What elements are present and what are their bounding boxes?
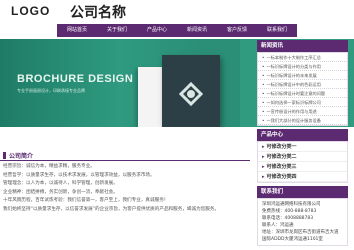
news-list: 一标本制作十大制作工序汇总 一标识标牌设计的分类与作用 一标识标牌设计的未来发展… bbox=[257, 52, 348, 126]
intro-paragraph: 我们始终坚持“以质量求生存，以信誉求发展”的企业宗旨，为客户提供优质的产品和服务… bbox=[3, 206, 220, 212]
intro-title: 公司简介 bbox=[9, 153, 34, 160]
section-marker-icon bbox=[3, 152, 6, 159]
contact-line: 深圳鸿运通网络科技有限公司 bbox=[262, 202, 321, 207]
category-label: 可修改分类二 bbox=[266, 154, 297, 160]
category-label: 可修改分类一 bbox=[266, 144, 297, 150]
contact-line: 联系电话：4008888783 bbox=[262, 216, 314, 221]
contact-info: 深圳鸿运通网络科技有限公司 免费热线：400-888-8783 联系电话：400… bbox=[257, 198, 348, 246]
main-nav: 网站首页 关于我们 产品中心 新闻资讯 客户反馈 联系我们 bbox=[57, 24, 297, 37]
category-label: 可修改分类三 bbox=[266, 164, 297, 170]
intro-text: 经营宗旨：诚信为本，精益求精，服务专业。 经营哲学：以质量求生存，以技术求发展，… bbox=[0, 161, 250, 217]
intro-paragraph: 企业精神：团结拼搏，务实创新，争创一流，奉献社会。 bbox=[3, 189, 118, 195]
news-item[interactable]: 一如何选择一家标识标牌公司 bbox=[258, 98, 347, 107]
sidebar: 新闻资讯 一标本制作十大制作工序汇总 一标识标牌设计的分类与作用 一标识标牌设计… bbox=[257, 40, 348, 246]
intro-paragraph: 十年风雨历程，百年试炼考验：我们信誉第一，客户至上，我们专业，真诚服务！ bbox=[3, 198, 169, 204]
news-item[interactable]: 一标识标牌设计时要注意的问题 bbox=[258, 89, 347, 98]
company-intro: 公司简介 经营宗旨：诚信为本，精益求精，服务专业。 经营哲学：以质量求生存，以技… bbox=[0, 150, 250, 217]
nav-item-news[interactable]: 新闻资讯 bbox=[177, 24, 217, 37]
company-name: 公司名称 bbox=[70, 5, 126, 21]
chevron-right-icon: ▸ bbox=[262, 154, 265, 160]
brochure-logo-icon bbox=[178, 81, 204, 107]
intro-paragraph: 管理理念：以人为本，以诚待人，科学管理，创新发展。 bbox=[3, 181, 118, 187]
news-item[interactable]: 一我们大部分的设计服务设备 bbox=[258, 116, 347, 125]
category-item[interactable]: ▸ 可修改分类三 bbox=[258, 162, 347, 172]
news-item[interactable]: 一标识标牌设计中的色彩运用 bbox=[258, 80, 347, 89]
products-section-title: 产品中心 bbox=[257, 129, 348, 141]
contact-line: 联系人：鸿运通 bbox=[262, 223, 294, 228]
news-section-title: 新闻资讯 bbox=[257, 40, 348, 52]
contact-section-title: 联系我们 bbox=[257, 186, 348, 198]
intro-paragraph: 经营宗旨：诚信为本，精益求精，服务专业。 bbox=[3, 164, 95, 169]
chevron-right-icon: ▸ bbox=[262, 144, 265, 150]
contact-line: 国际ADDD大厦鸿运通1101室 bbox=[262, 237, 323, 242]
category-item[interactable]: ▸ 可修改分类二 bbox=[258, 152, 347, 162]
banner-subtitle: 专业手册画册设计，印刷承接专业品牌 bbox=[17, 88, 85, 93]
news-item[interactable]: 一宣传册设计的作用与用途 bbox=[258, 107, 347, 116]
news-item[interactable]: 一标本制作十大制作工序汇总 bbox=[258, 53, 347, 62]
category-item[interactable]: ▸ 可修改分类四 bbox=[258, 172, 347, 182]
category-item[interactable]: ▸ 可修改分类一 bbox=[258, 142, 347, 152]
nav-item-feedback[interactable]: 客户反馈 bbox=[217, 24, 257, 37]
logo[interactable]: LOGO bbox=[11, 4, 50, 18]
banner-title: BROCHURE DESIGN bbox=[17, 73, 134, 85]
intro-paragraph: 经营哲学：以质量求生存，以技术求发展，以管理求效益，以服务求市场。 bbox=[3, 172, 155, 178]
chevron-right-icon: ▸ bbox=[262, 174, 265, 180]
contact-line: 地址：深圳市龙岗区布吉街道布吉大道 bbox=[262, 230, 339, 235]
chevron-right-icon: ▸ bbox=[262, 164, 265, 170]
intro-header: 公司简介 bbox=[0, 150, 250, 161]
product-category-list: ▸ 可修改分类一 ▸ 可修改分类二 ▸ 可修改分类三 ▸ 可修改分类四 bbox=[257, 141, 348, 183]
header: LOGO 公司名称 bbox=[0, 0, 354, 22]
category-label: 可修改分类四 bbox=[266, 174, 297, 180]
news-item[interactable]: 一标识标牌设计的分类与作用 bbox=[258, 62, 347, 71]
news-item[interactable]: 一标识标牌设计的未来发展 bbox=[258, 71, 347, 80]
contact-line: 免费热线：400-888-8783 bbox=[262, 209, 317, 214]
nav-item-home[interactable]: 网站首页 bbox=[57, 24, 97, 37]
nav-item-about[interactable]: 关于我们 bbox=[97, 24, 137, 37]
nav-item-products[interactable]: 产品中心 bbox=[137, 24, 177, 37]
nav-item-contact[interactable]: 联系我们 bbox=[257, 24, 297, 37]
brochure-front-image bbox=[162, 55, 220, 127]
